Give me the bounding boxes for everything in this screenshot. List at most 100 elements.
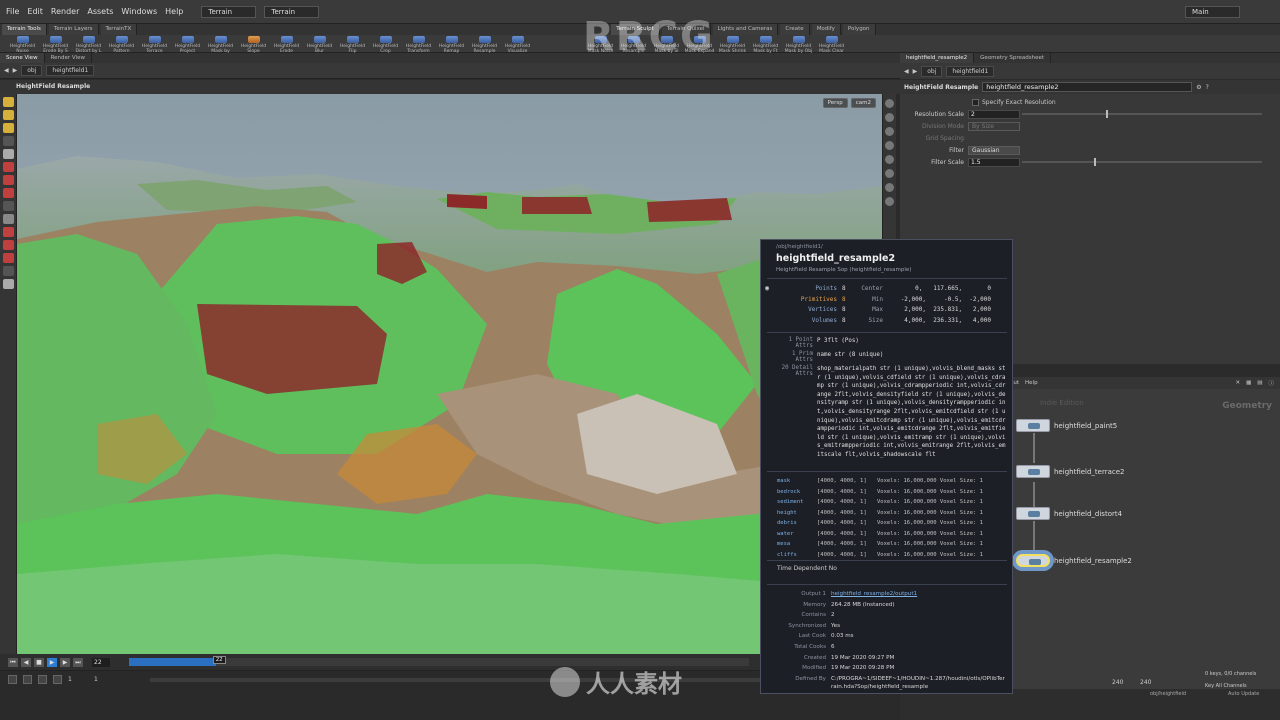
lock-icon[interactable]: [2, 266, 14, 276]
filter-scale-field[interactable]: 1.5: [968, 157, 1020, 167]
shelf-tab-modify[interactable]: Modify: [811, 24, 841, 35]
menu-help[interactable]: Help: [165, 7, 183, 16]
back-arrow-icon[interactable]: ◀: [904, 68, 909, 75]
range-start-visible[interactable]: 1: [94, 676, 114, 683]
wireframe-icon[interactable]: [885, 113, 894, 122]
tool-heightfield-slope[interactable]: HeightField Slope: [237, 35, 270, 54]
tool-heightfield-crop[interactable]: HeightField Crop: [369, 35, 402, 54]
snap-tool-icon[interactable]: [2, 227, 14, 237]
stop-icon[interactable]: ■: [34, 657, 44, 667]
shelf-tab-create[interactable]: Create: [780, 24, 810, 35]
keys-toggle-icon[interactable]: [53, 675, 62, 684]
resolution-scale-knob[interactable]: [1106, 110, 1108, 118]
snapshot-icon[interactable]: [885, 197, 894, 206]
resolution-scale-field[interactable]: 2: [968, 109, 1020, 119]
realtime-toggle-icon[interactable]: [8, 675, 17, 684]
play-icon[interactable]: ▶: [47, 657, 57, 667]
scene-viewport[interactable]: Persp cam2: [17, 94, 882, 654]
filter-dropdown[interactable]: Gaussian: [968, 145, 1020, 155]
scale-tool-icon[interactable]: [2, 188, 14, 198]
menu-assets[interactable]: Assets: [87, 7, 113, 16]
loop-toggle-icon[interactable]: [23, 675, 32, 684]
forward-arrow-icon[interactable]: ▶: [913, 68, 918, 75]
info-icon[interactable]: ⓘ: [1268, 379, 1274, 387]
display-options-icon[interactable]: [885, 99, 894, 108]
range-start[interactable]: 1: [68, 676, 88, 683]
tool-mask-clear[interactable]: HeightField Mask Clear: [815, 35, 848, 54]
camera-icon[interactable]: [2, 279, 14, 289]
resolution-scale-slider[interactable]: [1022, 110, 1262, 118]
tab-geometry-spreadsheet[interactable]: Geometry Spreadsheet: [974, 53, 1051, 63]
magnet-icon[interactable]: [2, 253, 14, 263]
shelf-tab-terrain-layers[interactable]: Terrain Layers: [48, 24, 99, 35]
tool-heightfield-transform[interactable]: HeightField Transform: [402, 35, 435, 54]
shelf-tab-terraintx[interactable]: TerrainTX: [100, 24, 138, 35]
normals-icon[interactable]: [885, 183, 894, 192]
tool-heightfield-erode-by-s[interactable]: HeightField Erode By S: [39, 35, 72, 54]
pose-tool-icon[interactable]: [2, 149, 14, 159]
gear-icon[interactable]: ⚙: [1196, 84, 1201, 91]
breadcrumb-heightfield[interactable]: heightfield1: [46, 65, 95, 76]
breadcrumb-obj[interactable]: obj: [921, 65, 943, 77]
help-icon[interactable]: ?: [1206, 84, 1209, 91]
tools-icon[interactable]: ✕: [1235, 380, 1240, 386]
rotate-tool-icon[interactable]: [2, 175, 14, 185]
persp-menu[interactable]: Persp: [822, 98, 848, 108]
menu-render[interactable]: Render: [51, 7, 79, 16]
filter-scale-knob[interactable]: [1094, 158, 1096, 166]
breadcrumb-obj[interactable]: obj: [21, 65, 43, 76]
shading-icon[interactable]: [885, 127, 894, 136]
arrow-tool-icon[interactable]: [2, 136, 14, 146]
range-end[interactable]: 240: [1140, 679, 1151, 686]
grid-tool-icon[interactable]: [2, 214, 14, 224]
shelf-tab-polygon[interactable]: Polygon: [842, 24, 876, 35]
tool-heightfield-visualize[interactable]: HeightField Visualize: [501, 35, 534, 54]
move-tool-icon[interactable]: [2, 162, 14, 172]
back-arrow-icon[interactable]: ◀: [4, 67, 9, 74]
node-heightfield-terrace2[interactable]: heightfield_terrace2: [1016, 465, 1125, 478]
key-all-channels-button[interactable]: Key All Channels: [1205, 683, 1247, 689]
node-body[interactable]: [1016, 507, 1050, 520]
node-body[interactable]: [1016, 554, 1050, 567]
tool-mask-by-object[interactable]: HeightField Mask by Obj: [782, 35, 815, 54]
forward-arrow-icon[interactable]: ▶: [13, 67, 18, 74]
tool-heightfield-remap[interactable]: HeightField Remap: [435, 35, 468, 54]
grid-view-icon[interactable]: ▦: [1246, 380, 1251, 386]
step-back-icon[interactable]: ◀: [21, 657, 31, 667]
node-name-field[interactable]: heightfield_resample2: [982, 82, 1193, 92]
step-forward-icon[interactable]: ▶: [60, 657, 70, 667]
main-desktop-dropdown[interactable]: Main: [1185, 5, 1240, 18]
node-heightfield-paint5[interactable]: heightfield_paint5: [1016, 419, 1117, 432]
menu-windows[interactable]: Windows: [121, 7, 157, 16]
tool-heightfield-blur[interactable]: HeightField Blur: [303, 35, 336, 54]
tool-heightfield-flip[interactable]: HeightField Flip: [336, 35, 369, 54]
menu-file[interactable]: File: [6, 7, 19, 16]
tool-heightfield-terrace[interactable]: HeightField Terrace: [138, 35, 171, 54]
tab-parameters[interactable]: heightfield_resample2: [900, 53, 975, 63]
select-tool-icon[interactable]: [2, 97, 14, 107]
skip-start-icon[interactable]: ⏮: [8, 657, 18, 667]
tool-heightfield-mask-by[interactable]: HeightField Mask by: [204, 35, 237, 54]
shelf-tab-terrain-tools[interactable]: Terrain Tools: [2, 24, 47, 35]
ghost-icon[interactable]: [885, 155, 894, 164]
sound-toggle-icon[interactable]: [38, 675, 47, 684]
node-body[interactable]: [1016, 419, 1050, 432]
node-body[interactable]: [1016, 465, 1050, 478]
tool-heightfield-pattern[interactable]: HeightField Pattern: [105, 35, 138, 54]
auto-update-menu[interactable]: Auto Update: [1228, 691, 1259, 697]
brush-tool-icon[interactable]: [2, 201, 14, 211]
range-end-visible[interactable]: 240: [1112, 679, 1123, 686]
frame-field[interactable]: 22: [92, 657, 110, 667]
tool-heightfield-erode[interactable]: HeightField Erode: [270, 35, 303, 54]
shelf-tab-lights-cameras[interactable]: Lights and Cameras: [712, 24, 779, 35]
snap-grid-icon[interactable]: [2, 240, 14, 250]
breadcrumb-heightfield[interactable]: heightfield1: [946, 65, 995, 77]
node-heightfield-resample2[interactable]: heightfield_resample2: [1016, 554, 1132, 567]
handle-tool-icon[interactable]: [2, 110, 14, 120]
tool-heightfield-resample[interactable]: HeightField Resample: [468, 35, 501, 54]
output-link[interactable]: heightfield_resample2/output1: [831, 589, 1006, 600]
tab-render-view[interactable]: Render View: [45, 53, 92, 63]
skip-end-icon[interactable]: ⏭: [73, 657, 83, 667]
network-help-menu[interactable]: Help: [1025, 380, 1038, 386]
lighting-icon[interactable]: [885, 141, 894, 150]
